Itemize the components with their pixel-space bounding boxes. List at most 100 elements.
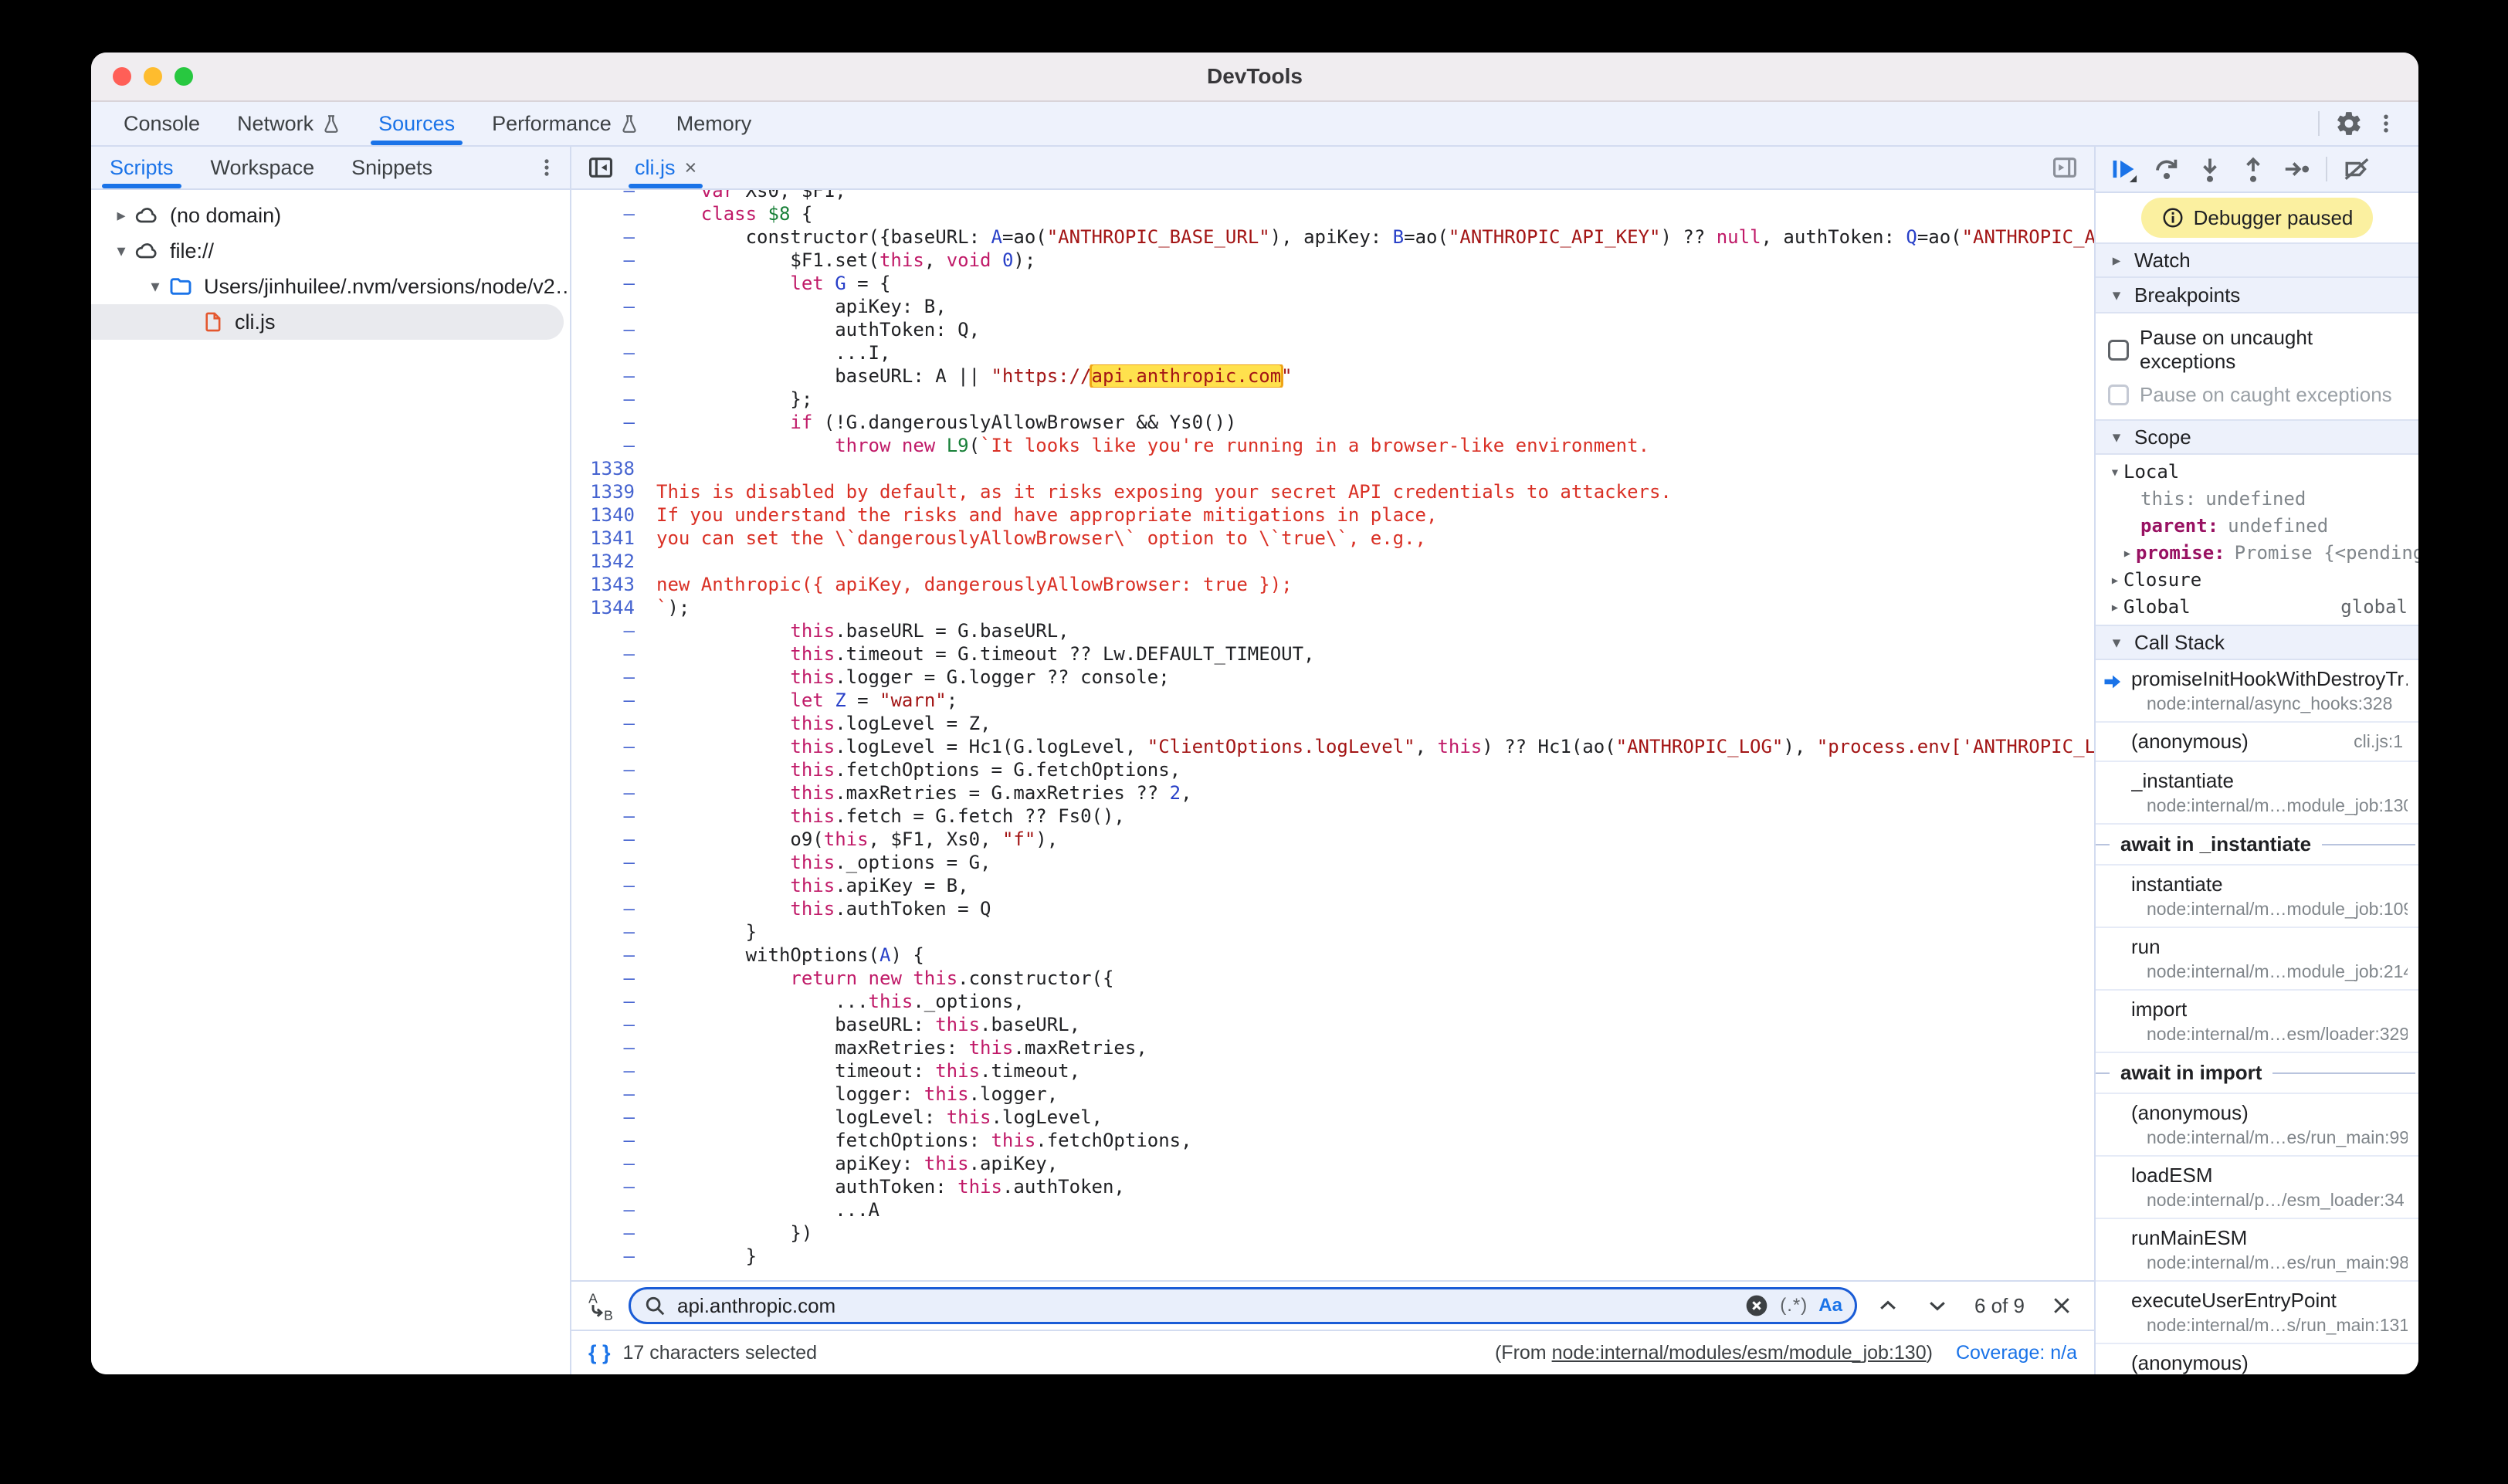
gutter-line-number[interactable]: – [571,990,647,1013]
sidebar-tab-scripts[interactable]: Scripts [91,147,192,188]
close-tab-icon[interactable]: × [685,156,697,180]
replace-toggle-icon[interactable]: AB [585,1290,616,1321]
gutter-line-number[interactable]: – [571,1198,647,1221]
gutter-line-number[interactable]: 1338 [571,457,647,480]
settings-gear-icon[interactable] [2330,105,2367,142]
checkbox-unchecked[interactable] [2108,340,2129,361]
gutter-line-number[interactable]: – [571,1175,647,1198]
tree-item--no-domain-[interactable]: ▸(no domain) [91,198,564,233]
gutter-line-number[interactable]: – [571,897,647,920]
tab-performance[interactable]: Performance [473,102,658,145]
gutter-line-number[interactable]: 1339 [571,480,647,503]
gutter-line-number[interactable]: 1341 [571,527,647,550]
sidebar-more-options-icon[interactable] [528,149,565,186]
gutter-line-number[interactable]: – [571,202,647,225]
source-map-link[interactable]: node:internal/modules/esm/module_job:130 [1552,1342,1927,1364]
gutter-line-number[interactable]: – [571,318,647,341]
checkbox-unchecked[interactable] [2108,385,2129,405]
gutter-line-number[interactable]: – [571,851,647,874]
breakpoints-section-header[interactable]: ▾ Breakpoints [2096,278,2418,313]
collapse-left-panel-icon[interactable] [582,149,619,186]
more-options-icon[interactable] [2367,105,2405,142]
call-stack-frame[interactable]: _instantiatenode:internal/m…module_job:1… [2096,762,2418,825]
gutter-line-number[interactable]: – [571,1013,647,1036]
gutter-line-number[interactable]: – [571,874,647,897]
resume-script-icon[interactable] [2103,151,2144,188]
tree-item-file-[interactable]: ▾file:// [91,233,564,269]
gutter-line-number[interactable]: – [571,341,647,364]
call-stack-frame[interactable]: runnode:internal/m…module_job:214 [2096,928,2418,991]
call-stack-frame[interactable]: (anonymous)node:internal/m…main_module:2 [2096,1344,2418,1374]
gutter-line-number[interactable]: – [571,1106,647,1129]
gutter-line-number[interactable]: 1344 [571,596,647,619]
gutter-line-number[interactable]: – [571,364,647,388]
search-input[interactable] [677,1294,1734,1318]
tab-memory[interactable]: Memory [658,102,771,145]
expand-right-panel-icon[interactable] [2046,149,2083,186]
gutter-line-number[interactable]: – [571,828,647,851]
gutter-line-number[interactable]: – [571,1083,647,1106]
sidebar-tab-snippets[interactable]: Snippets [333,147,451,188]
gutter-line-number[interactable]: – [571,944,647,967]
gutter-line-number[interactable]: – [571,712,647,735]
step-into-icon[interactable] [2190,151,2230,188]
gutter-line-number[interactable]: – [571,411,647,434]
close-search-icon[interactable] [2043,1287,2080,1324]
call-stack-frame[interactable]: loadESMnode:internal/p…/esm_loader:34 [2096,1157,2418,1219]
tree-item-cli-js[interactable]: cli.js [91,304,564,340]
tab-sources[interactable]: Sources [360,102,473,145]
call-stack-frame[interactable]: instantiatenode:internal/m…module_job:10… [2096,866,2418,928]
step-over-icon[interactable] [2147,151,2187,188]
regex-toggle[interactable]: (.*) [1780,1295,1808,1316]
call-stack-frame[interactable]: runMainESMnode:internal/m…es/run_main:98 [2096,1219,2418,1282]
gutter-line-number[interactable]: – [571,666,647,689]
gutter-line-number[interactable]: – [571,781,647,805]
gutter-line-number[interactable]: – [571,1245,647,1268]
call-stack-frame[interactable]: promiseInitHookWithDestroyTr…node:intern… [2096,660,2418,723]
tree-item-users-jinhuilee-nvm-versions-node-v2-[interactable]: ▾Users/jinhuilee/.nvm/versions/node/v2… [91,269,564,304]
gutter-line-number[interactable]: – [571,1152,647,1175]
code-editor[interactable]: – var Xs0, $F1;– class $8 {– constructor… [571,190,2094,1280]
gutter-line-number[interactable]: 1343 [571,573,647,596]
call-stack-frame[interactable]: importnode:internal/m…esm/loader:329 [2096,991,2418,1053]
scope-variable[interactable]: parent:undefined [2096,512,2418,539]
clear-search-icon[interactable] [1744,1293,1769,1318]
match-case-toggle[interactable]: Aa [1818,1295,1842,1316]
gutter-line-number[interactable]: – [571,735,647,758]
scope-group-closure[interactable]: ▸Closure [2096,566,2418,593]
gutter-line-number[interactable]: – [571,642,647,666]
gutter-line-number[interactable]: – [571,190,647,202]
call-stack-frame[interactable]: (anonymous)node:internal/m…es/run_main:9… [2096,1094,2418,1157]
call-stack-frame[interactable]: (anonymous)cli.js:1 [2096,723,2418,762]
step-icon[interactable] [2276,151,2317,188]
coverage-link[interactable]: Coverage: n/a [1956,1342,2077,1364]
sidebar-tab-workspace[interactable]: Workspace [192,147,334,188]
call-stack-frame[interactable]: executeUserEntryPointnode:internal/m…s/r… [2096,1282,2418,1344]
deactivate-breakpoints-icon[interactable] [2337,151,2377,188]
editor-tab-clijs[interactable]: cli.js × [619,147,712,188]
gutter-line-number[interactable]: – [571,1059,647,1083]
call-stack-section-header[interactable]: ▾ Call Stack [2096,625,2418,660]
chevron-down-icon[interactable]: ▾ [142,276,168,296]
next-match-icon[interactable] [1919,1287,1956,1324]
previous-match-icon[interactable] [1869,1287,1906,1324]
gutter-line-number[interactable]: – [571,758,647,781]
scope-group-local[interactable]: ▾Local [2096,458,2418,485]
gutter-line-number[interactable]: – [571,1036,647,1059]
gutter-line-number[interactable]: – [571,619,647,642]
chevron-right-icon[interactable]: ▸ [108,205,134,225]
tab-console[interactable]: Console [105,102,219,145]
watch-section-header[interactable]: ▸ Watch [2096,242,2418,278]
pretty-print-icon[interactable]: { } [588,1341,611,1365]
gutter-line-number[interactable]: – [571,388,647,411]
scope-section-header[interactable]: ▾ Scope [2096,419,2418,455]
tab-network[interactable]: Network [219,102,360,145]
step-out-icon[interactable] [2233,151,2273,188]
scope-variable[interactable]: ▸promise:Promise {<pending>} [2096,539,2418,566]
gutter-line-number[interactable]: – [571,967,647,990]
gutter-line-number[interactable]: – [571,689,647,712]
gutter-line-number[interactable]: 1342 [571,550,647,573]
gutter-line-number[interactable]: – [571,805,647,828]
scope-group-global[interactable]: ▸Globalglobal [2096,593,2418,620]
gutter-line-number[interactable]: – [571,920,647,944]
